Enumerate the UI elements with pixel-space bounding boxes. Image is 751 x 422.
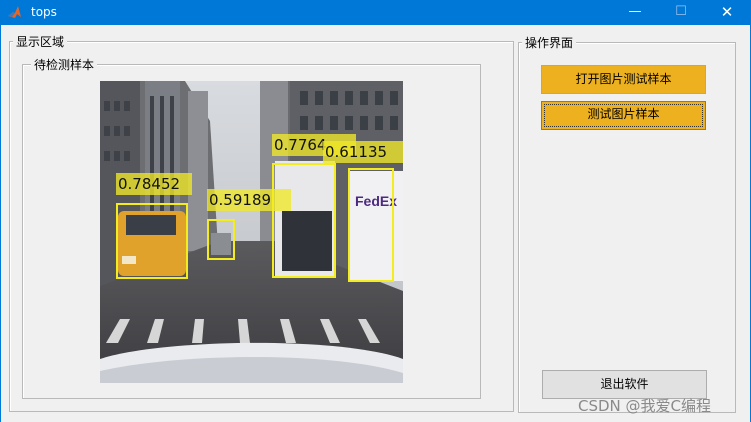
maximize-button[interactable]: ☐ xyxy=(658,0,704,25)
watermark: CSDN @我爱C编程 xyxy=(578,397,712,415)
detection-box xyxy=(116,203,188,279)
detection-score: 0.78452 xyxy=(116,173,192,195)
detection-box xyxy=(348,168,394,282)
detection-score: 0.61135 xyxy=(323,141,403,163)
detection-image: FedEx 0.78452 0.59189 0.7764 0.61135 xyxy=(100,81,403,383)
open-test-image-button[interactable]: 打开图片测试样本 xyxy=(541,65,706,94)
detection-box xyxy=(207,219,235,260)
operations-panel-title: 操作界面 xyxy=(522,36,577,50)
title-bar: tops — ☐ ✕ xyxy=(0,0,751,25)
close-button[interactable]: ✕ xyxy=(704,0,750,25)
detection-box xyxy=(272,163,336,278)
matlab-logo-icon xyxy=(8,6,21,18)
display-area-title: 显示区域 xyxy=(13,35,68,49)
window-border xyxy=(0,25,1,422)
minimize-button[interactable]: — xyxy=(612,0,658,25)
operations-panel xyxy=(518,42,736,413)
sample-panel-title: 待检测样本 xyxy=(31,58,98,72)
window-title: tops xyxy=(31,5,57,19)
test-image-button[interactable]: 测试图片样本 xyxy=(541,101,706,130)
